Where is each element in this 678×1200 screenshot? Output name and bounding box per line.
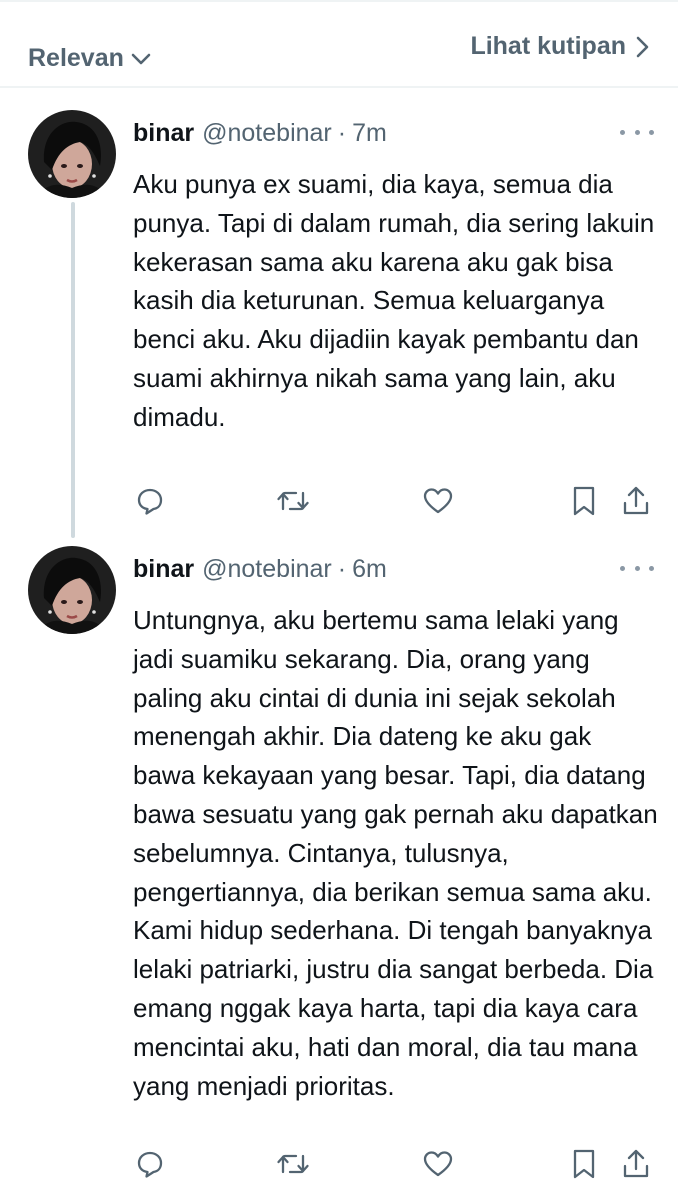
- tweet-actions: [133, 1147, 653, 1181]
- avatar[interactable]: [28, 110, 116, 198]
- like-icon[interactable]: [421, 1147, 455, 1181]
- separator: ·: [337, 555, 347, 583]
- bookmark-icon[interactable]: [567, 484, 601, 518]
- more-icon[interactable]: [620, 558, 654, 578]
- chevron-right-icon: [636, 36, 649, 57]
- user-handle[interactable]: @notebinar: [202, 119, 332, 148]
- timestamp[interactable]: 7m: [352, 119, 387, 148]
- retweet-icon[interactable]: [276, 1147, 310, 1181]
- separator: ·: [337, 119, 347, 147]
- tweet-text: Untungnya, aku bertemu sama lelaki yang …: [133, 605, 658, 1101]
- user-handle[interactable]: @notebinar: [202, 555, 332, 584]
- display-name[interactable]: binar: [133, 119, 194, 148]
- header-divider: [0, 86, 678, 88]
- chevron-down-icon: [131, 53, 151, 64]
- avatar[interactable]: [28, 546, 116, 634]
- tweet-text: Aku punya ex suami, dia kaya, semua dia …: [133, 169, 655, 432]
- retweet-icon[interactable]: [276, 484, 310, 518]
- tweet-actions: [133, 484, 653, 518]
- like-icon[interactable]: [421, 484, 455, 518]
- view-quotes-link[interactable]: Lihat kutipan: [470, 32, 650, 61]
- share-icon[interactable]: [619, 1147, 653, 1181]
- display-name[interactable]: binar: [133, 555, 194, 584]
- sort-label: Relevan: [28, 44, 124, 72]
- reply-icon[interactable]: [133, 1147, 167, 1181]
- tweet-header: binar @notebinar · 6m: [133, 555, 387, 584]
- view-quotes-label: Lihat kutipan: [470, 32, 626, 60]
- share-icon[interactable]: [619, 484, 653, 518]
- top-divider: [0, 0, 678, 2]
- thread-line: [71, 202, 75, 538]
- reply-icon[interactable]: [133, 484, 167, 518]
- tweet-header: binar @notebinar · 7m: [133, 119, 387, 148]
- more-icon[interactable]: [620, 122, 654, 142]
- timestamp[interactable]: 6m: [352, 555, 387, 584]
- bookmark-icon[interactable]: [567, 1147, 601, 1181]
- sort-dropdown[interactable]: Relevan: [28, 44, 152, 73]
